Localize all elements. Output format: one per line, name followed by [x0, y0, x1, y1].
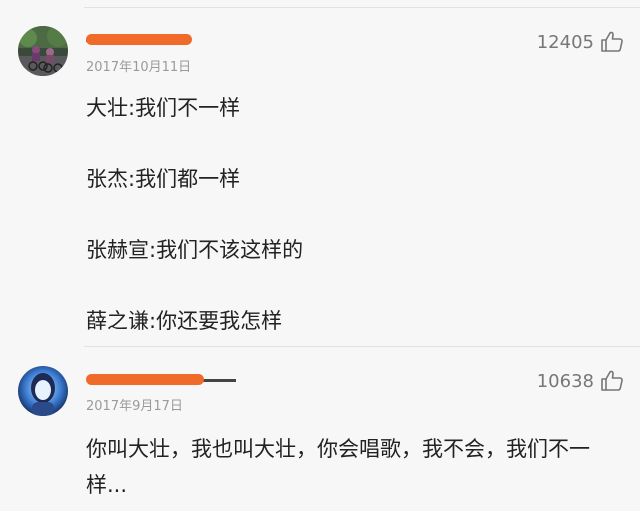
comment-text-line: 张赫宣:我们不该这样的 [86, 238, 304, 262]
comment-item: 2017年9月17日 10638 你叫大壮，我也叫大壮，你会唱歌，我不会，我们不… [0, 347, 640, 511]
redacted-username[interactable] [86, 368, 236, 390]
username-redaction-mark [86, 34, 192, 45]
comment-text-line: 你叫大壮，我也叫大壮，你会唱歌，我不会，我们不一 [86, 437, 590, 461]
thumbs-up-icon [601, 31, 623, 52]
thumbs-up-icon [601, 370, 623, 391]
comment-date: 2017年9月17日 [86, 399, 183, 414]
comment-text-line: 样... [86, 473, 128, 497]
comment-date: 2017年10月11日 [86, 60, 192, 75]
girl-portrait-avatar[interactable] [18, 366, 68, 416]
comment-item: 2017年10月11日 12405 大壮:我们不一样 张杰:我们都一样 张赫宣:… [0, 0, 640, 346]
redacted-username[interactable] [86, 28, 236, 50]
comment-text-line: 大壮:我们不一样 [86, 96, 241, 120]
username-redaction-mark [86, 374, 204, 385]
like-count: 12405 [536, 31, 594, 53]
username-partial-stroke [202, 379, 236, 382]
like-count: 10638 [536, 370, 594, 392]
cyclists-photo-avatar[interactable] [18, 26, 68, 76]
comment-text-line: 薛之谦:你还要我怎样 [86, 309, 283, 333]
like-button[interactable]: 12405 [537, 30, 624, 54]
like-button[interactable]: 10638 [537, 369, 624, 393]
comment-text-line: 张杰:我们都一样 [86, 167, 241, 191]
